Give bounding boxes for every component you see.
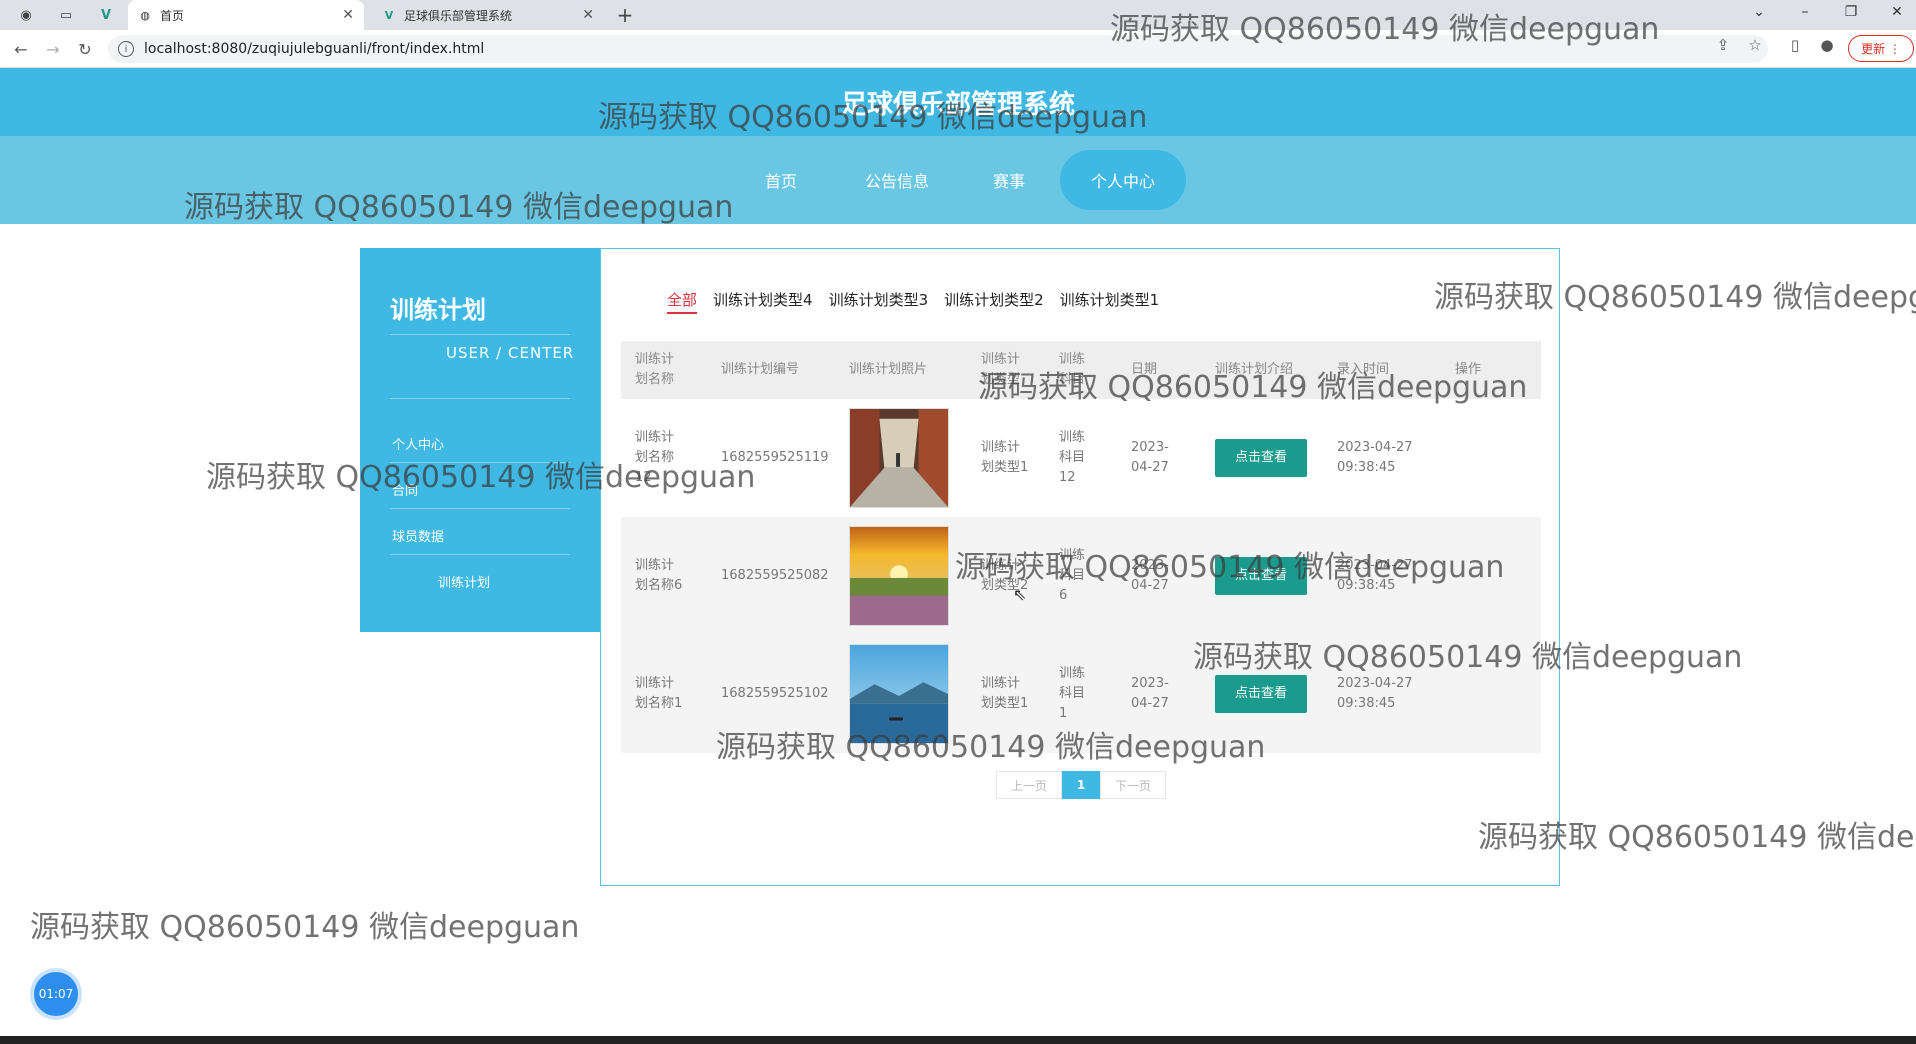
taskbar-strip xyxy=(0,1036,1916,1044)
cell-name: 训练计划名称1 xyxy=(635,676,683,711)
cell-date: 2023-04-27 xyxy=(1131,440,1169,475)
divider xyxy=(390,508,570,509)
cell-subject: 训练科目12 xyxy=(1059,430,1086,485)
header-code: 训练计划编号 xyxy=(721,362,800,377)
globe-icon: ◍ xyxy=(140,8,150,22)
tab-label: 足球俱乐部管理系统 xyxy=(404,8,513,23)
pagination: 上一页 1 下一页 xyxy=(996,771,1166,799)
sidebar-item-training-plan[interactable]: 训练计划 xyxy=(438,572,490,591)
table-row: 训练计划名称12 1682559525119 训练计划类型1 训练科目12 20… xyxy=(621,399,1541,517)
prev-page-button[interactable]: 上一页 xyxy=(996,771,1062,799)
watermark: 源码获取 QQ86050149 微信deepguan xyxy=(1478,820,1916,855)
url-text: localhost:8080/zuqiujulebguanli/front/in… xyxy=(144,41,485,57)
tab-club-system[interactable]: V 足球俱乐部管理系统 ✕ xyxy=(372,0,604,30)
filter-all[interactable]: 全部 xyxy=(667,289,698,314)
divider xyxy=(390,554,570,555)
cell-code: 1682559525082 xyxy=(721,568,829,583)
close-window-icon[interactable]: ✕ xyxy=(1882,4,1912,20)
filter-type-3[interactable]: 训练计划类型3 xyxy=(829,289,929,314)
profile-icon[interactable]: ● xyxy=(1816,36,1838,54)
star-icon[interactable]: ☆ xyxy=(1744,36,1766,54)
cell-intro: 点击查看 xyxy=(1215,399,1307,517)
cell-type: 训练计划类型1 xyxy=(981,440,1029,475)
sidebar-item-user-center[interactable]: 个人中心 xyxy=(392,434,444,453)
watermark: 源码获取 QQ86050149 微信deepguan xyxy=(1110,12,1660,47)
cell-created: 2023-04-27 09:38:45 xyxy=(1337,440,1413,475)
sidebar-title: 训练计划 xyxy=(390,296,486,324)
watermark: 源码获取 QQ86050149 微信deepguan xyxy=(184,190,734,225)
github-icon[interactable]: ◉ xyxy=(12,4,40,26)
tab-label: 首页 xyxy=(160,8,185,23)
update-button[interactable]: 更新 ⋮ xyxy=(1848,35,1914,62)
close-icon[interactable]: ✕ xyxy=(582,7,594,23)
recording-timer: 01:07 xyxy=(34,972,78,1016)
back-icon[interactable]: ← xyxy=(10,38,32,60)
filter-type-1[interactable]: 训练计划类型1 xyxy=(1060,289,1160,314)
vue-logo-icon[interactable]: V xyxy=(92,4,120,26)
cell-photo xyxy=(849,517,949,635)
watermark: 源码获取 QQ86050149 微信deepguan xyxy=(978,370,1528,405)
minimize-icon[interactable]: – xyxy=(1790,4,1820,20)
watermark: 源码获取 QQ86050149 微信deepguan xyxy=(30,910,580,945)
new-tab-button[interactable]: + xyxy=(612,2,638,28)
share-icon[interactable]: ⇪ xyxy=(1712,36,1734,54)
sidebar-panel-icon[interactable]: ▯ xyxy=(1784,36,1806,54)
watermark: 源码获取 QQ86050149 微信deepguan xyxy=(598,100,1148,135)
sidebar-item-player-data[interactable]: 球员数据 xyxy=(392,526,444,545)
view-details-button[interactable]: 点击查看 xyxy=(1215,675,1307,713)
watermark: 源码获取 QQ86050149 微信deepguan xyxy=(206,460,756,495)
close-icon[interactable]: ✕ xyxy=(342,7,354,23)
restore-icon[interactable]: ❐ xyxy=(1836,4,1866,20)
blank-tab-icon[interactable]: ▭ xyxy=(52,4,80,26)
nav-announcements[interactable]: 公告信息 xyxy=(848,150,946,210)
tab-home[interactable]: ◍ 首页 ✕ xyxy=(128,0,364,30)
reload-icon[interactable]: ↻ xyxy=(74,38,96,60)
update-label: 更新 xyxy=(1861,42,1886,56)
mouse-cursor-icon: ⇖ xyxy=(1013,585,1027,604)
nav-user-center[interactable]: 个人中心 xyxy=(1060,150,1186,210)
info-icon[interactable]: i xyxy=(118,41,134,57)
header-name: 训练计划名称 xyxy=(635,352,675,387)
filter-type-2[interactable]: 训练计划类型2 xyxy=(944,289,1044,314)
watermark: 源码获取 QQ86050149 微信deepguan xyxy=(1193,640,1743,675)
view-details-button[interactable]: 点击查看 xyxy=(1215,439,1307,477)
corridor-photo[interactable] xyxy=(849,408,949,508)
nav-home[interactable]: 首页 xyxy=(742,150,820,210)
watermark: 源码获取 QQ86050149 微信deepguan xyxy=(1434,280,1916,315)
filter-type-4[interactable]: 训练计划类型4 xyxy=(713,289,813,314)
nav-matches[interactable]: 赛事 xyxy=(978,150,1040,210)
sunset-field-photo[interactable] xyxy=(849,526,949,626)
forward-icon[interactable]: → xyxy=(42,38,64,60)
divider xyxy=(390,398,570,399)
watermark: 源码获取 QQ86050149 微信deepguan xyxy=(955,550,1505,585)
divider xyxy=(390,334,570,335)
sidebar: 训练计划 USER / CENTER 个人中心 合同 球员数据 训练计划 xyxy=(360,248,600,632)
chevron-down-icon[interactable]: ⌄ xyxy=(1744,4,1774,20)
header-photo: 训练计划照片 xyxy=(849,362,928,377)
cell-photo xyxy=(849,399,949,517)
category-filters: 全部 训练计划类型4 训练计划类型3 训练计划类型2 训练计划类型1 xyxy=(667,289,1175,314)
page-number-button[interactable]: 1 xyxy=(1062,771,1100,799)
cell-name: 训练计划名称6 xyxy=(635,558,683,593)
next-page-button[interactable]: 下一页 xyxy=(1100,771,1166,799)
sidebar-subtitle: USER / CENTER xyxy=(446,344,575,362)
watermark: 源码获取 QQ86050149 微信deepguan xyxy=(716,730,1266,765)
vue-logo-icon: V xyxy=(384,8,394,22)
